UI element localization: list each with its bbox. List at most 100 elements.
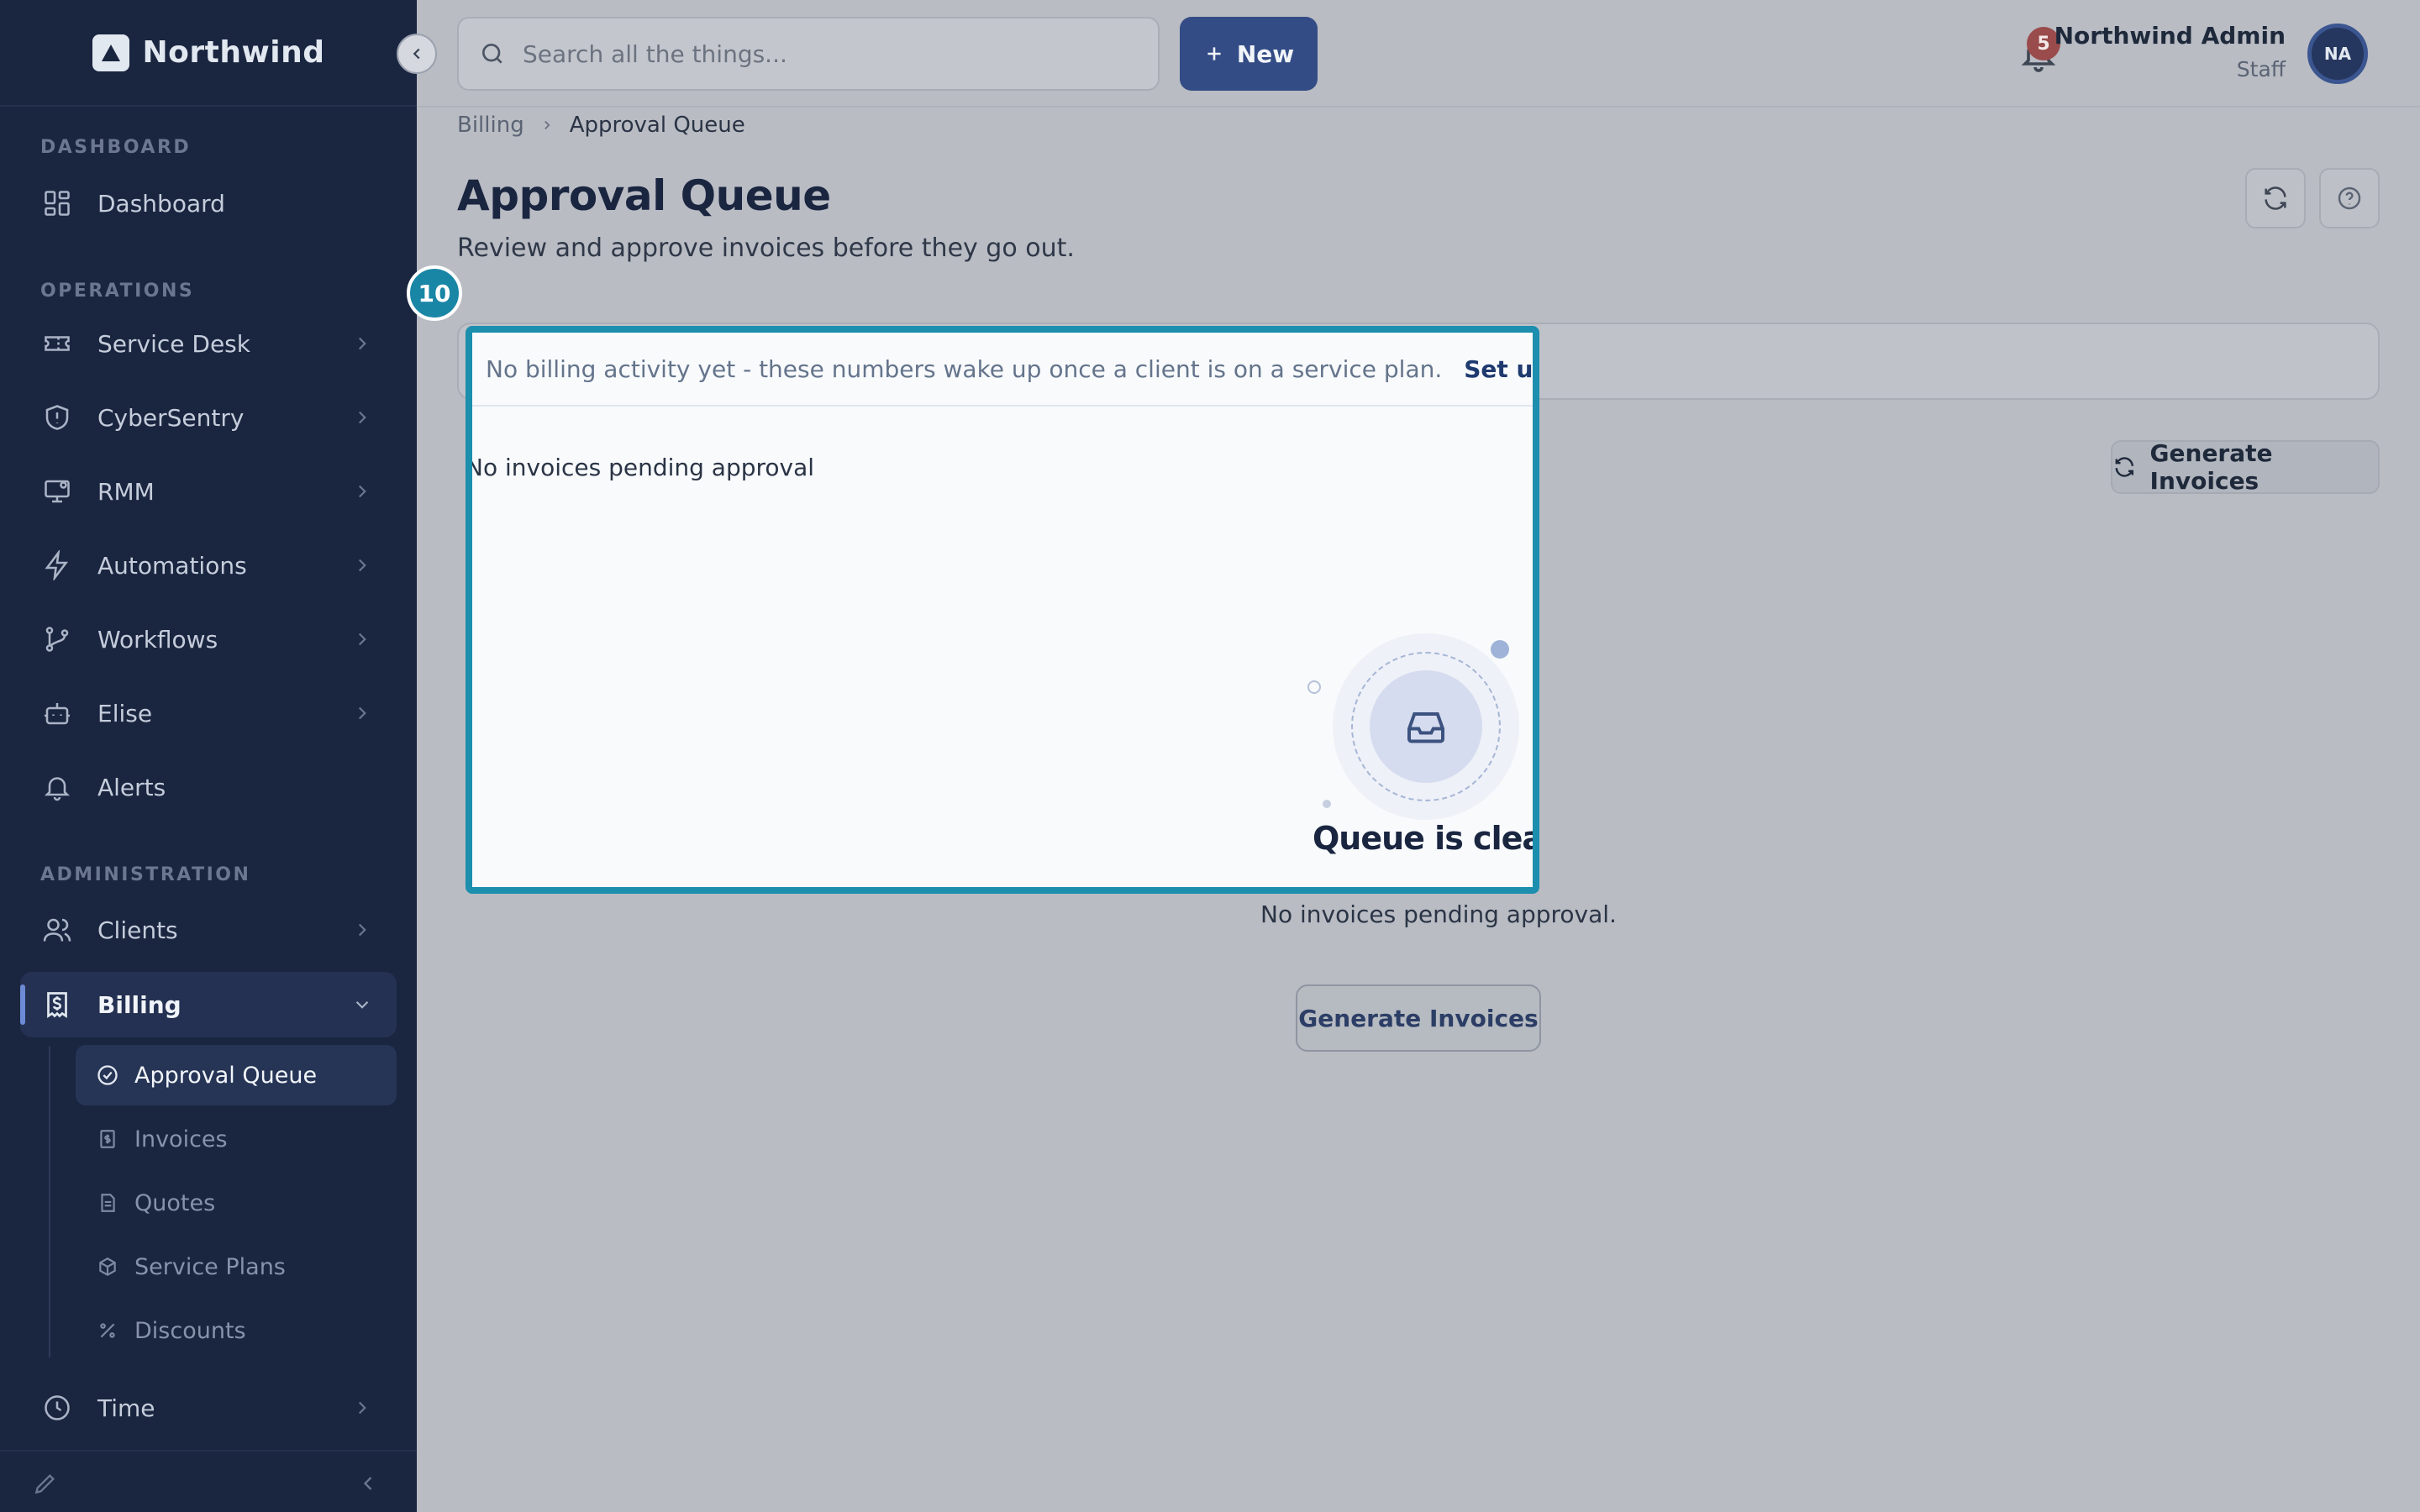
sidebar-item-label: Automations [97,551,247,580]
sidebar-item-cybersentry[interactable]: CyberSentry [20,385,397,450]
user-role: Staff [2236,57,2286,81]
sidebar-item-label: CyberSentry [97,403,245,432]
invoice-icon [96,1127,119,1151]
sidebar-item-label: Service Desk [97,329,250,358]
search-box[interactable] [457,17,1160,91]
sidebar-item-label: Workflows [97,625,218,654]
decor-dot [1307,680,1321,694]
sidebar-subitem-label: Service Plans [134,1253,286,1280]
topbar: New 5 Northwind Admin Staff NA [417,0,2420,108]
decor-dot [1323,800,1331,808]
user-name[interactable]: Northwind Admin [2054,22,2286,50]
help-circle-icon [2338,186,2361,210]
sidebar-item-workflows[interactable]: Workflows [20,606,397,672]
bot-icon [40,696,74,730]
sidebar-subitem-discounts[interactable]: Discounts [76,1300,397,1361]
sidebar-subitem-label: Invoices [134,1126,228,1152]
sidebar-subitem-service-plans[interactable]: Service Plans [76,1236,397,1297]
avatar[interactable]: NA [2307,24,2368,84]
receipt-dollar-icon [40,988,74,1021]
sidebar-subitem-label: Discounts [134,1317,246,1344]
chevron-left-icon [413,48,420,60]
sidebar-item-label: Clients [97,916,178,944]
chevron-right-icon [358,923,366,937]
refresh-button[interactable] [2245,168,2306,228]
page-subtitle: Review and approve invoices before they … [457,234,1075,263]
shield-icon [40,401,74,434]
search-icon [482,44,502,64]
percent-icon [96,1319,119,1342]
section-label-operations: OPERATIONS [40,281,195,302]
package-icon [96,1255,119,1278]
chevron-down-icon [355,1000,369,1009]
sidebar-footer [0,1450,417,1512]
chevron-right-icon [358,633,366,646]
subtree-line [49,1047,50,1357]
sidebar-subitem-quotes[interactable]: Quotes [76,1173,397,1233]
inbox-icon [1407,712,1444,743]
sidebar-item-billing[interactable]: Billing [20,972,397,1037]
tutorial-spotlight: No billing activity yet - these numbers … [466,326,1539,894]
sidebar-item-label: RMM [97,477,155,506]
users-icon [40,913,74,947]
sidebar-item-rmm[interactable]: RMM [20,459,397,524]
chevron-right-icon [358,559,366,572]
sidebar-subitem-invoices[interactable]: Invoices [76,1109,397,1169]
sidebar-item-automations[interactable]: Automations [20,533,397,598]
section-label-dashboard: DASHBOARD [40,137,192,158]
empty-state-title: Queue is clear [1313,820,1539,857]
help-button[interactable] [2319,168,2380,228]
chevron-right-icon [358,706,366,720]
sidebar-item-label: Elise [97,699,153,727]
monitor-icon [40,475,74,508]
sidebar-subitem-label: Approval Queue [134,1062,318,1089]
check-circle-icon [96,1063,119,1087]
sidebar-item-time[interactable]: Time [20,1375,397,1441]
chevron-right-icon [358,1401,366,1415]
breadcrumb-current: Approval Queue [569,113,745,138]
sidebar-item-clients[interactable]: Clients [20,897,397,963]
search-input[interactable] [523,39,1111,68]
sidebar-item-label: Billing [97,990,182,1019]
chevron-right-icon [358,337,366,350]
sidebar-item-label: Dashboard [97,189,225,218]
brand-name: Northwind [142,35,325,70]
new-button-label: New [1236,39,1295,68]
sidebar-item-label: Alerts [97,773,166,801]
generate-invoices-button[interactable]: Generate Invoices [2111,439,2380,495]
sidebar-item-alerts[interactable]: Alerts [20,754,397,820]
sidebar-item-service-desk[interactable]: Service Desk [20,311,397,376]
lightning-icon [40,549,74,582]
generate-invoices-label: Generate Invoices [2149,439,2273,495]
sidebar: Northwind DASHBOARD Dashboard OPERATIONS… [0,0,417,1512]
tutorial-step-badge: 10 [407,265,462,321]
clock-icon [40,1391,74,1425]
pending-status-text: No invoices pending approval [466,454,815,481]
section-label-administration: ADMINISTRATION [40,864,251,885]
empty-state-illustration [1370,670,1482,783]
refresh-icon [2265,186,2286,210]
brand[interactable]: Northwind [0,0,417,107]
sidebar-item-label: Time [97,1394,155,1422]
active-indicator [20,984,25,1025]
breadcrumb-chevron-icon [544,120,550,130]
billing-notice: No billing activity yet - these numbers … [472,333,1533,407]
decor-dot [1491,640,1509,659]
breadcrumb: Billing Approval Queue [457,113,745,138]
setup-service-plan-link[interactable]: Set up a service plan → [1464,355,1533,383]
sidebar-subitem-approval-queue[interactable]: Approval Queue [76,1045,397,1105]
sidebar-item-dashboard[interactable]: Dashboard [20,171,397,236]
refresh-icon [2115,457,2133,477]
breadcrumb-parent[interactable]: Billing [457,113,524,138]
bell-icon [40,770,74,804]
git-branch-icon [40,622,74,656]
pencil-icon[interactable] [32,1470,59,1497]
empty-state-generate-button[interactable]: Generate Invoices [1296,984,1541,1052]
brand-logo-icon [92,34,129,71]
collapse-button[interactable] [397,34,437,74]
collapse-sidebar-icon[interactable] [356,1472,380,1495]
new-button[interactable]: New [1180,17,1318,91]
grid-icon [40,186,74,220]
sidebar-item-elise[interactable]: Elise [20,680,397,746]
sidebar-subitem-label: Quotes [134,1189,216,1216]
